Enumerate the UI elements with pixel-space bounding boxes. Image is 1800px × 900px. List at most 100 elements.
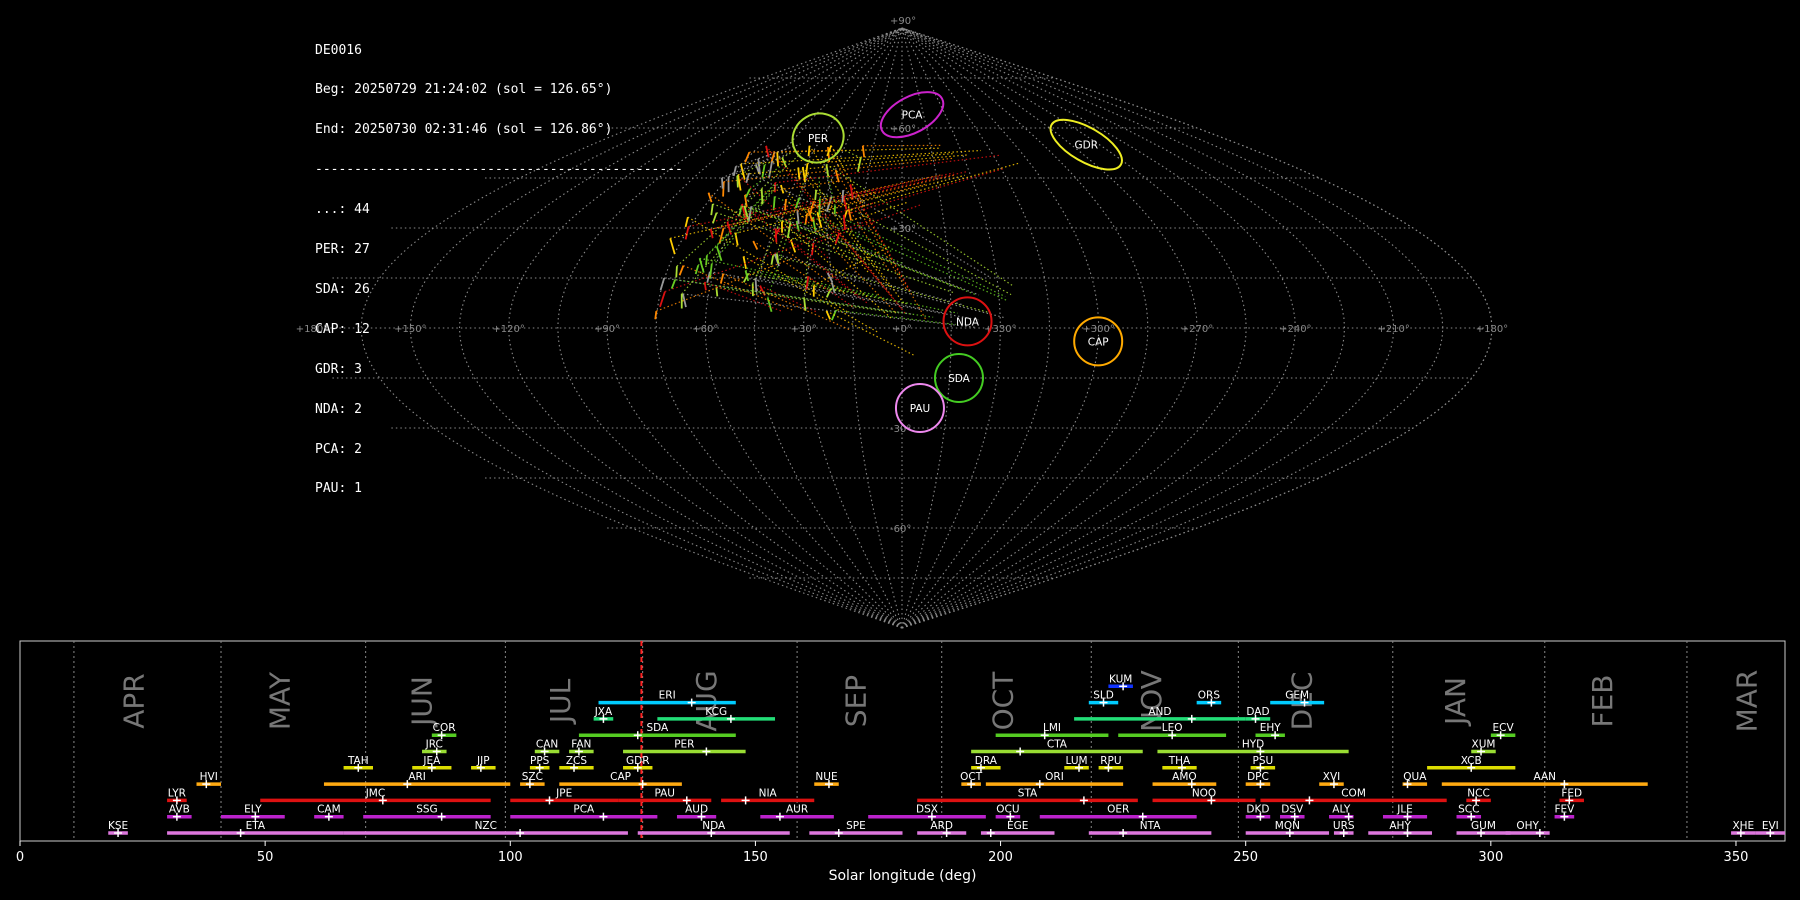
sky-map: +90°+60°+30°-30°-60°-90°+180°+150°+120°+…: [296, 16, 1508, 629]
x-axis-label: Solar longitude (deg): [829, 868, 977, 884]
radiant-label: PCA: [902, 110, 924, 122]
shower-jle: JLE: [1382, 804, 1428, 821]
shower-hyd: HYD: [1157, 739, 1349, 756]
shower-label: OCU: [996, 804, 1019, 816]
shower-label: JMC: [365, 787, 386, 799]
shower-label: AVB: [169, 804, 190, 816]
meteor-segment: [745, 188, 751, 198]
shower-label: KCG: [705, 706, 727, 718]
meteor-segment: [684, 216, 689, 228]
shower-dra: DRA: [971, 755, 1001, 772]
shower-label: SCC: [1458, 804, 1479, 816]
shower-ely: ELY: [221, 804, 285, 821]
meteor-segment: [659, 291, 666, 308]
radiant-label: CAP: [1088, 336, 1109, 348]
shower-ocu: OCU: [995, 804, 1021, 821]
shower-label: ALY: [1332, 804, 1351, 816]
meteor-segment: [786, 222, 792, 239]
shower-lyr: LYR: [167, 787, 187, 805]
shower-label: OER: [1107, 804, 1129, 816]
meteor-segment: [678, 265, 685, 276]
x-tick-label: 150: [743, 850, 768, 865]
x-tick-label: 350: [1724, 850, 1749, 865]
month-label: JUL: [544, 678, 577, 725]
shower-nzc: NZC: [343, 820, 628, 837]
shower-ecv: ECV: [1490, 722, 1516, 740]
lon-tick-label: +150°: [394, 324, 426, 335]
shower-ncc: NCC: [1466, 787, 1491, 805]
shower-can: CAN: [534, 739, 560, 756]
shower-label: JLE: [1396, 804, 1413, 816]
lon-tick-label: +120°: [492, 324, 524, 335]
lat-tick-label: +90°: [890, 16, 916, 27]
meteor-trail: [818, 176, 821, 199]
month-label: APR: [117, 673, 150, 729]
meteor-segment: [710, 203, 714, 216]
shower-psu: PSU: [1250, 755, 1276, 772]
lon-tick-label: +300°: [1082, 324, 1114, 335]
radiant-label: SDA: [948, 373, 971, 385]
meteor-segment: [736, 175, 739, 188]
shower-label: JXA: [594, 706, 613, 718]
shower-label: HVI: [200, 771, 218, 783]
shower-label: JEA: [422, 755, 441, 767]
x-tick-label: 100: [498, 850, 523, 865]
shower-label: GDR: [626, 755, 650, 767]
shower-spe: SPE: [809, 820, 903, 837]
shower-label: CAP: [610, 771, 631, 783]
shower-label: NOO: [1192, 787, 1216, 799]
shower-label: NTA: [1140, 820, 1161, 832]
meteor-trail: [843, 168, 1003, 216]
month-label: JAN: [1439, 677, 1472, 727]
radiant-label: NDA: [956, 316, 980, 328]
shower-tah: TAH: [343, 755, 373, 772]
meteor-trail: [699, 257, 880, 297]
meteor-segment: [861, 145, 866, 158]
shower-szc: SZC: [520, 771, 545, 789]
x-tick-label: 300: [1478, 850, 1503, 865]
meteor-segment: [705, 255, 708, 266]
meteor-segment: [732, 166, 737, 177]
shower-label: XUM: [1472, 739, 1496, 751]
shower-label: THA: [1168, 755, 1191, 767]
meteor-segment: [770, 255, 775, 265]
radiant-pca: PCA: [879, 91, 945, 139]
shower-xhe: XHE: [1731, 820, 1756, 837]
meteor-segment: [684, 226, 690, 240]
shower-dkd: DKD: [1245, 804, 1271, 821]
shower-nda: NDA: [637, 820, 790, 837]
lon-tick-label: +180°: [296, 324, 328, 335]
shower-xum: XUM: [1471, 739, 1496, 756]
shower-label: SPE: [846, 820, 866, 832]
shower-cap: CAP: [559, 771, 682, 789]
shower-label: LEO: [1162, 722, 1183, 734]
shower-label: OHY: [1516, 820, 1539, 832]
shower-evi: EVI: [1755, 820, 1785, 837]
shower-label: SDA: [646, 722, 669, 734]
x-tick-label: 250: [1233, 850, 1258, 865]
shower-ahy: AHY: [1368, 820, 1432, 837]
shower-pau: PAU: [618, 787, 712, 805]
shower-kse: KSE: [108, 820, 128, 837]
shower-label: ERI: [659, 690, 676, 702]
month-label: OCT: [986, 671, 1019, 731]
shower-label: DSX: [916, 804, 938, 816]
shower-dad: DAD: [1245, 706, 1271, 723]
radiant-label: PAU: [910, 403, 931, 415]
shower-ege: EGE: [980, 820, 1055, 837]
shower-label: HYD: [1242, 739, 1264, 751]
x-tick-label: 50: [257, 850, 274, 865]
shower-label: JPE: [555, 787, 572, 799]
shower-scc: SCC: [1456, 804, 1482, 821]
shower-label: ECV: [1493, 722, 1515, 734]
shower-cam: CAM: [314, 804, 344, 821]
shower-jmc: JMC: [260, 787, 491, 805]
shower-jrc: JRC: [422, 739, 447, 756]
shower-label: DSV: [1281, 804, 1304, 816]
shower-label: EVI: [1762, 820, 1779, 832]
shower-jpe: JPE: [510, 787, 619, 805]
shower-jea: JEA: [412, 755, 452, 772]
meteor-segment: [711, 212, 718, 224]
shower-label: AUR: [786, 804, 808, 816]
shower-label: PSU: [1253, 755, 1274, 767]
